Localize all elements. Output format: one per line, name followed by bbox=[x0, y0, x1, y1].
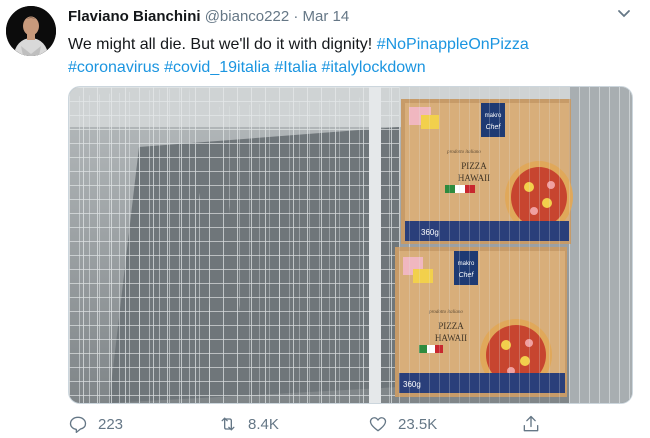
separator-dot: · bbox=[293, 8, 299, 25]
freezer-shelf-image: makro Chef prodotto italiano PIZZA HAWAI… bbox=[69, 87, 632, 403]
tweet: Flaviano Bianchini @bianco222 · Mar 14 W… bbox=[0, 0, 650, 438]
like-button[interactable]: 23.5K bbox=[368, 412, 437, 436]
reply-count: 223 bbox=[98, 415, 124, 433]
tweet-body: We might all die. But we'll do it with d… bbox=[68, 36, 373, 53]
user-handle[interactable]: @bianco222 bbox=[205, 8, 289, 25]
share-button[interactable] bbox=[521, 412, 551, 436]
retweet-button[interactable]: 8.4K bbox=[218, 412, 279, 436]
tweet-text: We might all die. But we'll do it with d… bbox=[68, 33, 628, 79]
share-icon bbox=[523, 415, 539, 432]
hashtag-link[interactable]: #italylockdown bbox=[322, 59, 426, 76]
retweet-icon bbox=[221, 417, 235, 431]
hashtag-link[interactable]: #covid_19italia bbox=[164, 59, 270, 76]
more-chevron-icon[interactable] bbox=[614, 6, 634, 22]
tweet-header: Flaviano Bianchini @bianco222 · Mar 14 bbox=[68, 8, 349, 25]
like-count: 23.5K bbox=[398, 415, 438, 433]
tweet-actions: 223 8.4K 23.5K bbox=[68, 412, 628, 436]
tweet-date[interactable]: Mar 14 bbox=[303, 8, 350, 25]
tweet-photo[interactable]: makro Chef prodotto italiano PIZZA HAWAI… bbox=[68, 86, 633, 404]
retweet-count: 8.4K bbox=[248, 415, 279, 433]
avatar-photo bbox=[6, 6, 56, 56]
hashtag-link[interactable]: #Italia bbox=[274, 59, 317, 76]
hashtag-link[interactable]: #coronavirus bbox=[68, 59, 160, 76]
reply-icon bbox=[69, 416, 87, 433]
display-name[interactable]: Flaviano Bianchini bbox=[68, 8, 201, 25]
hashtag-link[interactable]: #NoPinappleOnPizza bbox=[377, 36, 529, 53]
reply-button[interactable]: 223 bbox=[68, 412, 123, 436]
like-icon bbox=[369, 417, 387, 432]
avatar[interactable] bbox=[6, 6, 56, 56]
